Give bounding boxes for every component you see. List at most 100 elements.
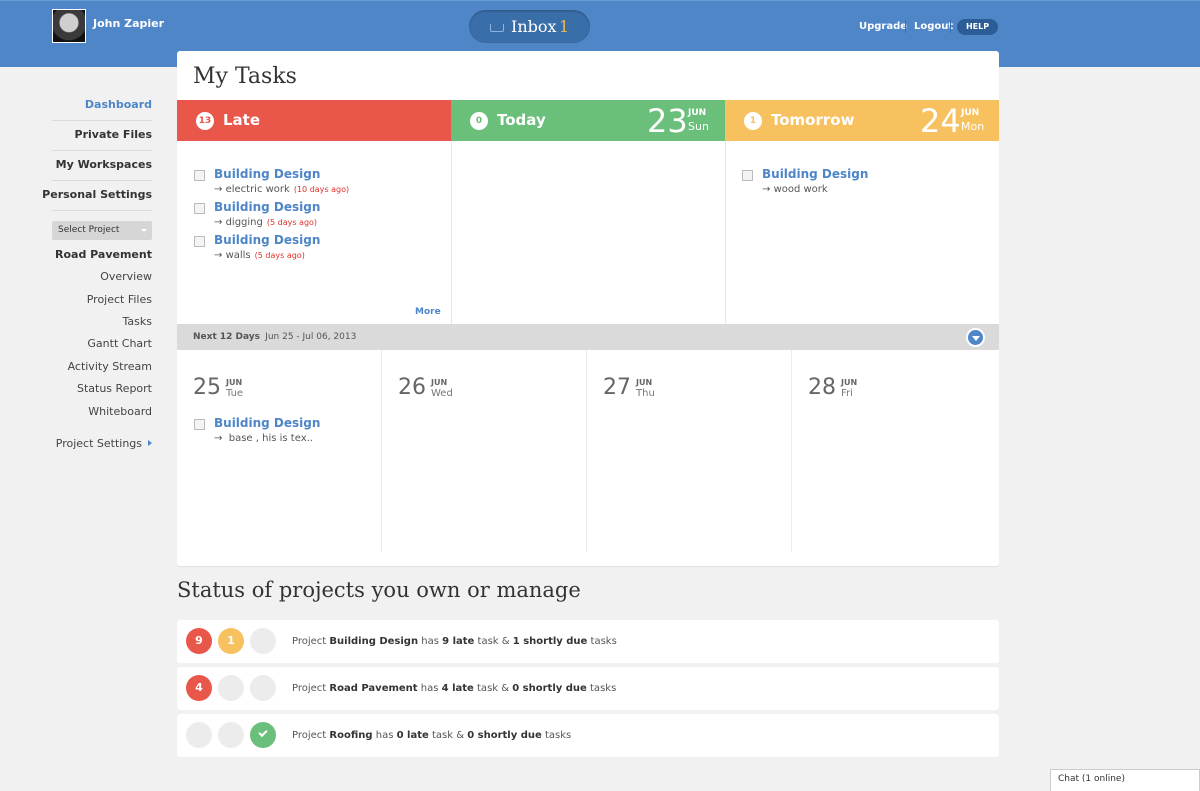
project-status-row[interactable]: 9 1 Project Building Design has 9 late t… [177,620,999,663]
day-weekday: Thu [636,388,655,399]
sidebar-item-overview[interactable]: Overview [100,270,152,283]
today-weekday: Sun [688,120,709,133]
sidebar-item-dashboard[interactable]: Dashboard [85,98,152,111]
task-checkbox[interactable] [742,170,753,181]
day-weekday: Wed [431,388,453,399]
current-project-name: Road Pavement [55,248,152,261]
page-title: My Tasks [193,64,297,89]
task-name[interactable]: Building Design [214,200,320,214]
task-checkbox[interactable] [194,236,205,247]
task-subtitle: → electric work (10 days ago) [214,184,350,195]
word-has: has [420,683,439,694]
sidebar-item-whiteboard[interactable]: Whiteboard [88,405,152,418]
today-column-header: 0 Today 23 JUN Sun [451,100,725,141]
inbox-count: 1 [559,17,570,36]
task-overdue: (5 days ago) [254,251,305,260]
project-status-text: Project Roofing has 0 late task & 0 shor… [292,730,571,741]
tomorrow-month: JUN [961,108,980,118]
day-number: 27 [603,375,631,400]
tomorrow-count-badge: 1 [744,112,762,130]
project-settings-link[interactable]: Project Settings [56,437,152,450]
day-column: 27 JUN Thu [587,350,791,566]
day-weekday: Tue [226,388,244,399]
chat-widget[interactable]: Chat (1 online) [1050,769,1200,791]
task-overdue: (10 days ago) [293,185,350,194]
header-divider [950,20,951,33]
day-divider [586,350,587,552]
word-project: Project [292,636,327,647]
task-checkbox[interactable] [194,203,205,214]
my-tasks-panel: My Tasks 13 Late 0 Today 23 JUN Sun 1 To… [177,51,999,566]
day-month: JUN [226,378,243,387]
project-status-row[interactable]: Project Roofing has 0 late task & 0 shor… [177,714,999,757]
due-summary: 1 shortly due [512,636,588,647]
help-button[interactable]: HELP [957,19,998,35]
sidebar-item-project-files[interactable]: Project Files [87,293,152,306]
next-days-bar: Next 12 Days Jun 25 - Jul 06, 2013 [177,324,999,350]
word-project: Project [292,683,327,694]
task-name[interactable]: Building Design [214,167,320,181]
sidebar-item-personal-settings[interactable]: Personal Settings [42,188,152,201]
done-dot [250,722,276,748]
done-dot [250,675,276,701]
column-divider [451,141,452,324]
sidebar-item-status-report[interactable]: Status Report [77,382,152,395]
task-overdue: (5 days ago) [266,218,318,227]
sidebar-divider [52,180,152,181]
sidebar-item-gantt-chart[interactable]: Gantt Chart [87,337,152,350]
user-name[interactable]: John Zapier [93,17,164,30]
task-subtitle-text: walls [225,250,251,261]
task-subtitle: → digging (5 days ago) [214,217,318,228]
late-label: Late [223,111,261,129]
task-name[interactable]: Building Design [214,233,320,247]
upgrade-link[interactable]: Upgrade [859,21,907,32]
task-subtitle: → base , his is tex.. [214,433,313,444]
project-status-row[interactable]: 4 Project Road Pavement has 4 late task … [177,667,999,710]
task-checkbox[interactable] [194,419,205,430]
project-name: Roofing [329,730,373,741]
word-tasks: tasks [590,636,617,647]
task-checkbox[interactable] [194,170,205,181]
task-subtitle: → wood work [762,184,828,195]
project-select-value: Select Project [58,225,120,235]
task-subtitle-text: wood work [773,184,828,195]
task-name[interactable]: Building Design [762,167,868,181]
inbox-button[interactable]: Inbox 1 [469,10,590,43]
column-divider [725,141,726,324]
sidebar-divider [52,120,152,121]
word-tasks: tasks [544,730,572,741]
late-count-badge: 13 [196,112,214,130]
sidebar-item-my-workspaces[interactable]: My Workspaces [56,158,152,171]
next-days-range: Jun 25 - Jul 06, 2013 [265,332,357,342]
day-month: JUN [841,378,858,387]
project-status-text: Project Road Pavement has 4 late task & … [292,683,616,694]
task-name[interactable]: Building Design [214,416,320,430]
today-day-number: 23 [647,102,688,140]
logout-link[interactable]: Logout [914,21,953,32]
day-column: 28 JUN Fri [792,350,996,566]
user-avatar[interactable] [52,9,86,43]
sidebar-item-private-files[interactable]: Private Files [75,128,152,141]
sidebar-divider [52,150,152,151]
due-count-dot [218,675,244,701]
task-subtitle-text: electric work [225,184,290,195]
expand-toggle-button[interactable] [966,328,985,347]
late-count-dot: 4 [186,675,212,701]
more-link[interactable]: More [415,307,441,317]
word-task-and: task & [477,683,510,694]
late-summary: 0 late [396,730,429,741]
day-column: 26 JUN Wed [382,350,586,566]
day-number: 25 [193,375,221,400]
word-tasks: tasks [590,683,617,694]
tomorrow-day-number: 24 [920,102,961,140]
checkmark-icon [258,727,268,738]
next-days-title: Next 12 Days [193,332,261,342]
word-task-and: task & [431,730,465,741]
task-subtitle-text: base , his is tex.. [228,433,313,444]
sidebar-item-tasks[interactable]: Tasks [123,315,152,328]
sidebar-item-activity-stream[interactable]: Activity Stream [68,360,152,373]
due-summary: 0 shortly due [512,683,587,694]
project-select[interactable]: Select Project [52,221,152,240]
project-name: Building Design [329,636,419,647]
word-has: has [375,730,394,741]
